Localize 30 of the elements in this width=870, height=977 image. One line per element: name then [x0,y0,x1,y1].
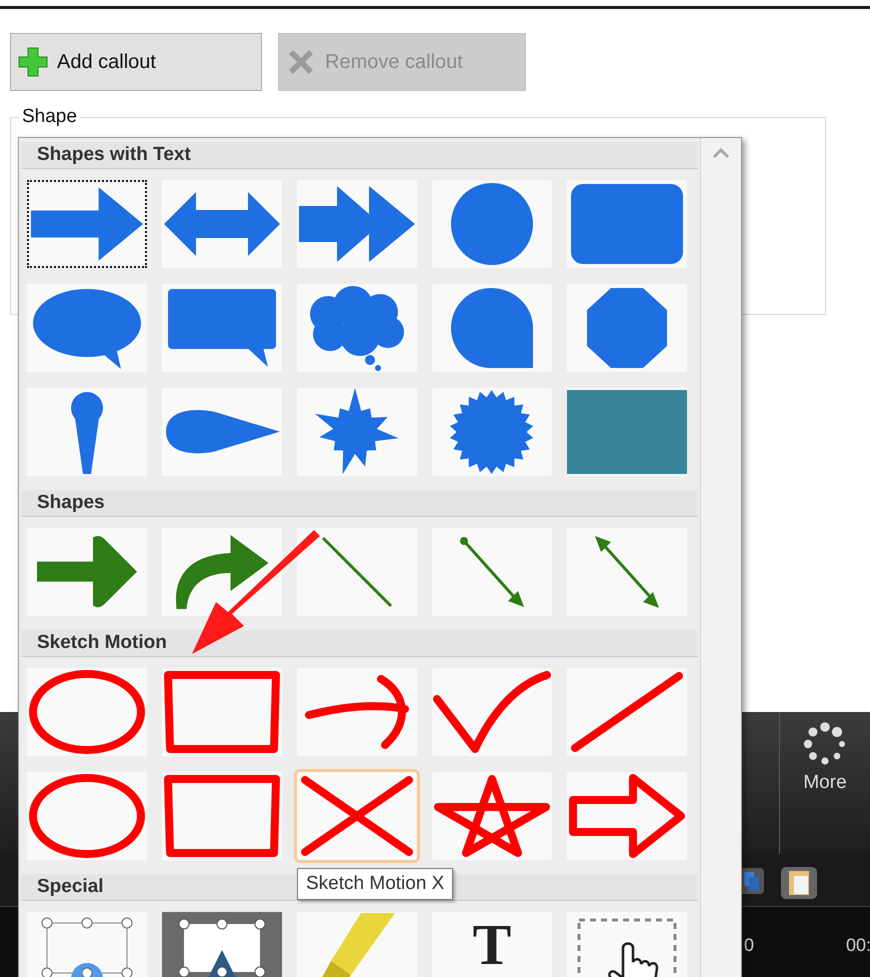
time-label: 00: [846,935,870,957]
time-label: 0 [744,935,754,957]
rectangle-sketch-icon [164,671,280,753]
block-arrow-sketch-icon [569,774,685,858]
line-sketch-icon [571,672,683,752]
section-header: Sketch Motion [21,630,698,657]
checkmark-sketch-icon [433,671,551,753]
group-label: Shape [19,106,80,128]
oval-sketch-icon [29,774,145,858]
tooltip: Sketch Motion X [297,868,454,900]
section-header: Shapes [21,490,698,517]
rectangle-sketch-icon [164,775,280,857]
arrow-sketch-icon [305,675,409,749]
shape-option[interactable] [567,912,687,977]
text-icon: T [472,914,512,976]
paste-icon[interactable] [780,866,818,900]
star-sketch-icon [434,775,550,857]
oval-sketch-icon [29,670,145,754]
shape-option[interactable]: T [432,912,552,977]
shape-option[interactable] [162,912,282,977]
dotted-circle-icon [803,722,847,766]
line-icon [319,534,395,610]
rectangle-icon [567,388,687,476]
cross-sketch-icon [301,776,413,856]
add-callout-button[interactable]: Add callout [10,33,262,91]
click-hand-icon [575,916,679,977]
plus-icon [17,46,49,78]
section-header: Shapes with Text [21,142,698,169]
spotlight-icon [162,912,282,977]
shape-option[interactable] [27,180,147,268]
